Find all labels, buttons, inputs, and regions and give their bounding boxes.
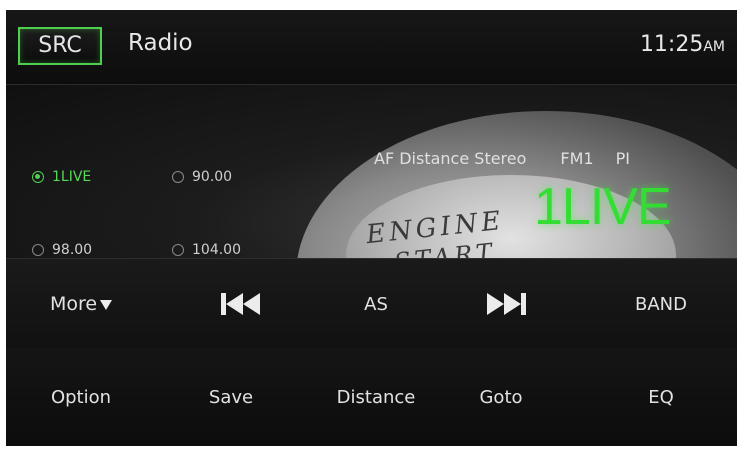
radio-icon — [172, 171, 184, 183]
skip-next-icon — [487, 293, 526, 315]
control-row-secondary: Option Save Distance Goto EQ — [6, 348, 737, 446]
preset-label: 90.00 — [192, 169, 233, 185]
triangle-down-icon — [100, 300, 113, 310]
radio-icon — [172, 244, 184, 256]
band-button[interactable]: BAND — [606, 259, 716, 349]
status-flags: AF Distance Stereo FM1 PI — [374, 149, 652, 168]
src-button[interactable]: SRC — [18, 27, 102, 65]
station-name: 1LIVE — [534, 178, 672, 236]
preset-item-104[interactable]: 104.00 — [172, 242, 241, 258]
preset-item-98[interactable]: 98.00 — [32, 242, 92, 258]
previous-track-button[interactable] — [186, 259, 296, 349]
more-button[interactable]: More — [26, 259, 136, 349]
radio-icon — [32, 244, 44, 256]
save-button[interactable]: Save — [176, 348, 286, 446]
clock-ampm: AM — [703, 39, 725, 55]
preset-item-1live[interactable]: 1LIVE — [32, 169, 91, 185]
preset-label: 1LIVE — [52, 169, 92, 185]
next-track-button[interactable] — [451, 259, 561, 349]
control-row-primary: More AS BAND — [6, 258, 737, 349]
station-info-panel: ENGINE START 1LIVE 90.00 98.00 104.00 AF… — [6, 85, 737, 258]
option-button[interactable]: Option — [16, 348, 146, 446]
header-bar: SRC Radio 11:25AM — [6, 10, 737, 85]
page-title: Radio — [128, 30, 193, 56]
preset-item-90[interactable]: 90.00 — [172, 169, 232, 185]
radio-screen: SRC Radio 11:25AM ENGINE START 1LIVE 90.… — [6, 10, 737, 446]
goto-button[interactable]: Goto — [446, 348, 556, 446]
skip-previous-icon — [221, 293, 260, 315]
band-indicator: FM1 — [560, 149, 594, 168]
radio-selected-icon — [32, 171, 44, 183]
clock-time: 11:25 — [639, 32, 704, 57]
preset-label: 98.00 — [52, 242, 93, 258]
preset-label: 104.00 — [192, 242, 241, 258]
clock: 11:25AM — [640, 32, 725, 57]
more-label: More — [49, 293, 98, 315]
as-button[interactable]: AS — [326, 259, 426, 349]
eq-button[interactable]: EQ — [606, 348, 716, 446]
pi-indicator: PI — [615, 149, 630, 168]
flags-text: AF Distance Stereo — [374, 149, 527, 168]
distance-button[interactable]: Distance — [311, 348, 441, 446]
